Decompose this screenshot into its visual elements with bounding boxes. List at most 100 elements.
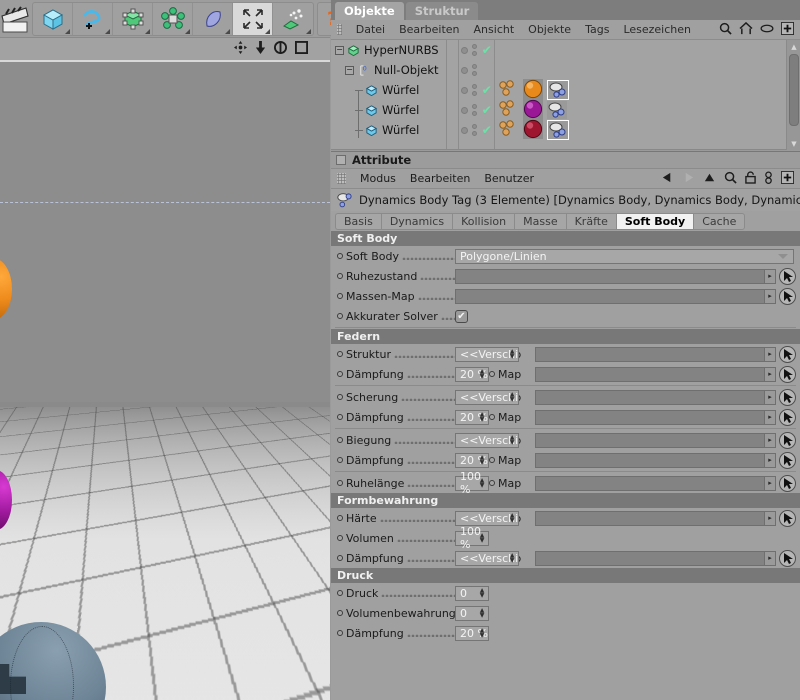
pick-object-button[interactable]: [779, 389, 796, 406]
param-bullet-icon[interactable]: [489, 414, 495, 420]
menu-bearbeiten[interactable]: Bearbeiten: [399, 23, 459, 36]
scherung-spinner[interactable]: <<Verschi ▲ ▼: [455, 390, 519, 405]
visibility-dot-icon[interactable]: [461, 107, 468, 114]
lock-icon[interactable]: [745, 171, 756, 187]
panel-grip-icon[interactable]: [337, 24, 342, 35]
expand-arrow-icon[interactable]: ▸: [764, 391, 775, 404]
menu-lesezeichen[interactable]: Lesezeichen: [623, 23, 691, 36]
spinner-arrows-icon[interactable]: ▲ ▼: [507, 513, 517, 524]
dynamics-body-tag-icon[interactable]: [499, 100, 519, 120]
dynamics-body-tag-icon[interactable]: [499, 80, 519, 100]
daempfung-struktur-spinner[interactable]: 20 % ▲ ▼: [455, 367, 489, 382]
render-dot-icon[interactable]: [472, 51, 477, 56]
enabled-check-icon[interactable]: ✔: [482, 84, 492, 96]
add-icon[interactable]: [781, 22, 794, 38]
param-bullet-icon[interactable]: [337, 253, 343, 259]
param-bullet-icon[interactable]: [337, 394, 343, 400]
struktur-spinner[interactable]: <<Verschi ▲ ▼: [455, 347, 519, 362]
volumen-spinner[interactable]: 100 % ▲ ▼: [455, 531, 489, 546]
spinner-arrows-icon[interactable]: ▲ ▼: [477, 588, 487, 599]
soft-body-dropdown[interactable]: Polygone/Linien: [455, 249, 794, 264]
param-bullet-icon[interactable]: [337, 480, 343, 486]
visibility-row[interactable]: ✔: [459, 80, 494, 100]
param-bullet-icon[interactable]: [337, 371, 343, 377]
pick-object-button[interactable]: [779, 366, 796, 383]
tab-struktur[interactable]: Struktur: [406, 2, 479, 20]
param-bullet-icon[interactable]: [337, 457, 343, 463]
enabled-check-icon[interactable]: ✔: [482, 124, 492, 136]
array-icon[interactable]: [153, 3, 193, 35]
struktur-map-link-field[interactable]: ▸: [535, 347, 776, 362]
pan-icon[interactable]: [234, 41, 247, 57]
editor-dot-icon[interactable]: [472, 64, 477, 69]
particles-icon[interactable]: [273, 3, 313, 35]
spinner-arrows-icon[interactable]: ▲ ▼: [477, 369, 487, 380]
akkurater-solver-checkbox[interactable]: ✔: [455, 310, 468, 323]
editor-dot-icon[interactable]: [472, 44, 477, 49]
tab-soft-body[interactable]: Soft Body: [616, 213, 693, 230]
spinner-arrows-icon[interactable]: ▲ ▼: [477, 455, 487, 466]
scroll-up-icon[interactable]: ▲: [789, 41, 799, 52]
expand-arrow-icon[interactable]: ▸: [764, 512, 775, 525]
tab-kraefte[interactable]: Kräfte: [566, 213, 616, 230]
visibility-row[interactable]: ✔: [459, 100, 494, 120]
tab-cache[interactable]: Cache: [693, 213, 745, 230]
tag-row[interactable]: [495, 120, 800, 140]
spinner-arrows-icon[interactable]: ▲ ▼: [507, 349, 517, 360]
biegung-map-link-field[interactable]: ▸: [535, 433, 776, 448]
visibility-dot-icon[interactable]: [461, 127, 468, 134]
param-bullet-icon[interactable]: [337, 610, 343, 616]
editor-dot-icon[interactable]: [472, 124, 477, 129]
daempfung-map-link-field[interactable]: ▸: [535, 551, 776, 566]
param-bullet-icon[interactable]: [337, 293, 343, 299]
ruhezustand-link-field[interactable]: ▸: [455, 269, 776, 284]
spinner-arrows-icon[interactable]: ▲ ▼: [507, 435, 517, 446]
visibility-dot-icon[interactable]: [461, 47, 468, 54]
param-bullet-icon[interactable]: [337, 273, 343, 279]
3d-viewport[interactable]: [0, 60, 330, 700]
object-manager-scrollbar[interactable]: ▲ ▼: [786, 40, 800, 150]
expander-icon[interactable]: −: [335, 46, 344, 55]
editor-dot-icon[interactable]: [472, 84, 477, 89]
zoom-icon[interactable]: [255, 41, 266, 57]
search-icon[interactable]: [724, 171, 737, 187]
visibility-dot-icon[interactable]: [461, 87, 468, 94]
softbody-tag-icon[interactable]: [547, 120, 569, 140]
daempfung-map-link-field[interactable]: ▸: [535, 410, 776, 425]
pick-object-button[interactable]: [779, 550, 796, 567]
daempfung-druck-spinner[interactable]: 20 % ▲ ▼: [455, 626, 489, 641]
expand-arrow-icon[interactable]: ▸: [764, 368, 775, 381]
cube-primitive-icon[interactable]: [33, 3, 73, 35]
scene-icon[interactable]: [233, 3, 273, 35]
haerte-spinner[interactable]: <<Verschi ▲ ▼: [455, 511, 519, 526]
editor-dot-icon[interactable]: [472, 104, 477, 109]
expand-arrow-icon[interactable]: ▸: [764, 290, 775, 303]
daempfung-formbewahrung-spinner[interactable]: <<Verschi ▲ ▼: [455, 551, 519, 566]
pick-object-button[interactable]: [779, 409, 796, 426]
visibility-row[interactable]: ✔: [459, 120, 494, 140]
menu-modus[interactable]: Modus: [360, 172, 396, 185]
back-arrow-icon[interactable]: [661, 171, 674, 187]
param-bullet-icon[interactable]: [337, 313, 343, 319]
scroll-down-icon[interactable]: ▼: [789, 138, 799, 149]
expand-arrow-icon[interactable]: ▸: [764, 477, 775, 490]
expand-arrow-icon[interactable]: ▸: [764, 348, 775, 361]
param-bullet-icon[interactable]: [337, 590, 343, 596]
render-dot-icon[interactable]: [472, 91, 477, 96]
ruhelaenge-spinner[interactable]: 100 % ▲ ▼: [455, 476, 489, 491]
tab-masse[interactable]: Masse: [514, 213, 565, 230]
param-bullet-icon[interactable]: [337, 630, 343, 636]
param-bullet-icon[interactable]: [337, 437, 343, 443]
spinner-arrows-icon[interactable]: ▲ ▼: [507, 392, 517, 403]
param-bullet-icon[interactable]: [337, 515, 343, 521]
rotate-icon[interactable]: [274, 41, 287, 57]
visibility-row[interactable]: ✔: [459, 60, 494, 80]
menu-bearbeiten[interactable]: Bearbeiten: [410, 172, 470, 185]
dynamics-body-tag-icon[interactable]: [499, 120, 519, 140]
param-bullet-icon[interactable]: [489, 480, 495, 486]
expand-arrow-icon[interactable]: ▸: [764, 552, 775, 565]
softbody-tag-icon[interactable]: [547, 101, 567, 119]
tree-row-wuerfel-1[interactable]: Würfel: [331, 80, 446, 100]
clapper-board-icon[interactable]: [0, 1, 30, 37]
home-icon[interactable]: [739, 22, 753, 38]
